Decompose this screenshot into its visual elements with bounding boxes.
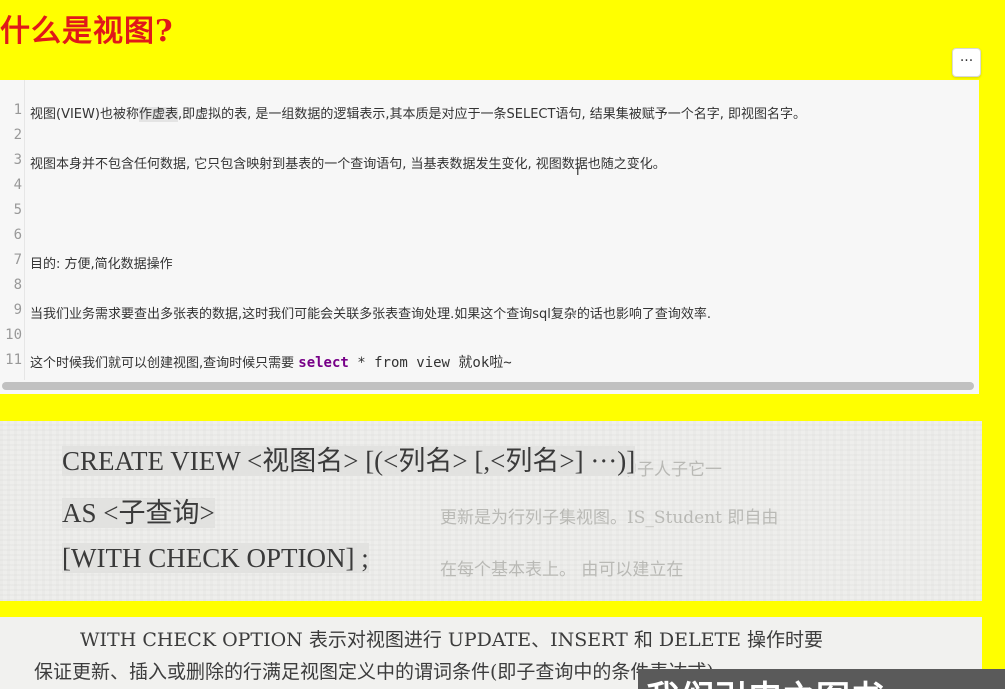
bleed-through-text: 中子人子它一 [620, 460, 722, 480]
code-line-11: 这个时候我们就可以创建视图,查询时候只需要 select * from view… [30, 355, 512, 371]
sql-syntax-line-2: AS <子查询> [62, 498, 215, 528]
line-number: 4 [13, 177, 22, 193]
code-editor[interactable]: 1 视图(VIEW)也被称作虚表,即虚拟的表, 是一组数据的逻辑表示,其本质是对… [0, 80, 979, 394]
line-number: 3 [13, 152, 22, 168]
line-number: 7 [13, 252, 22, 268]
line-number: 11 [5, 352, 22, 368]
bleed-through-text: 在每个基本表上。 由可以建立在 [440, 560, 684, 580]
line-number: 1 [13, 102, 22, 118]
line-number: 9 [13, 302, 22, 318]
scanned-syntax-image: 中子人子它一 更新是为行列子集视图。IS_Student 即自由 在每个基本表上… [0, 421, 982, 601]
description-line-2: 保证更新、插入或删除的行满足视图定义中的谓词条件(即子查询中的条件表达式)。 [34, 661, 733, 683]
video-subtitle: 我们引申之图书 [638, 669, 1005, 689]
more-options-button[interactable]: ··· [952, 48, 981, 77]
code-line-3: 视图本身并不包含任何数据, 它只包含映射到基表的一个查询语句, 当基表数据发生变… [30, 157, 666, 172]
code-line-9: 当我们业务需求要查出多张表的数据,这时我们可能会关联多张表查询处理.如果这个查询… [30, 307, 712, 322]
sql-syntax-line-3: [WITH CHECK OPTION] ; [62, 543, 369, 573]
line-number: 8 [13, 277, 22, 293]
horizontal-scrollbar[interactable] [2, 382, 974, 390]
bleed-through-text: 更新是为行列子集视图。IS_Student 即自由 [440, 508, 779, 528]
description-line-1: WITH CHECK OPTION 表示对视图进行 UPDATE、INSERT … [80, 629, 824, 651]
code-line-1: 视图(VIEW)也被称作虚表,即虚拟的表, 是一组数据的逻辑表示,其本质是对应于… [30, 107, 806, 122]
page-title: 什么是视图? [0, 14, 174, 49]
line-number: 10 [5, 327, 22, 343]
sql-syntax-line-1: CREATE VIEW <视图名> [(<列名> [,<列名>] ···)] [62, 446, 636, 476]
line-number: 2 [13, 127, 22, 143]
line-number: 5 [13, 202, 22, 218]
code-line-7: 目的: 方便,简化数据操作 [30, 257, 173, 272]
line-number: 6 [13, 227, 22, 243]
text-cursor-icon: I [576, 164, 580, 178]
sql-keyword: select [298, 355, 349, 371]
